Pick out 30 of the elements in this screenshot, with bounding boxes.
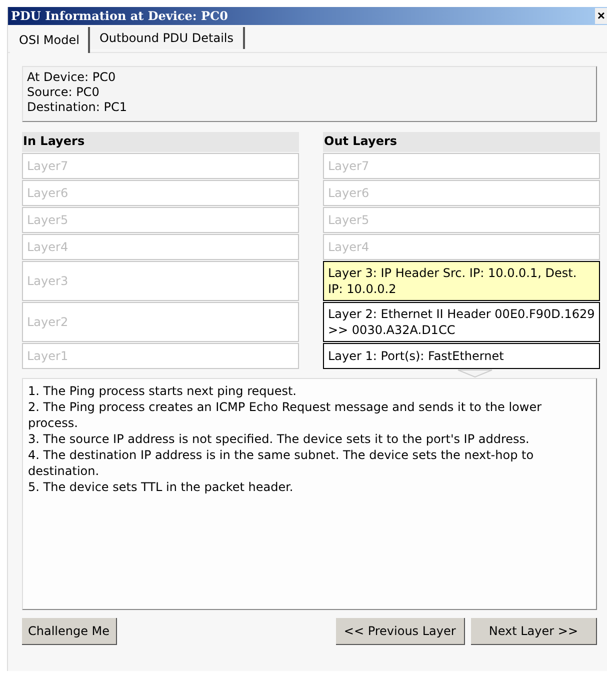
window-title: PDU Information at Device: PC0 [11, 9, 228, 23]
description-text: 2. The Ping process creates an ICMP Echo Request message and sends it to the lower process. [28, 399, 543, 431]
layer-cell[interactable]: Layer6 [22, 180, 299, 206]
layer-cell[interactable]: Layer 1: Port(s): FastEthernet [323, 343, 600, 369]
layer-cell[interactable]: Layer 2: Ethernet II Header 00E0.F90D.1629 >> 0030.A32A.D1CC [323, 302, 600, 342]
description-text: 4. The destination IP address is in the same subnet. The device sets the next-hop to destination. [28, 447, 535, 479]
column-heading: In Layers [22, 132, 299, 152]
description-text: 3. The source IP address is not specified. The device sets it to the port's IP address. [28, 431, 530, 447]
layer-cell[interactable]: Layer1 [22, 343, 299, 369]
next-button[interactable]: Next Layer >> [470, 618, 597, 645]
layer-cell[interactable]: Layer4 [22, 234, 299, 260]
challenge-button[interactable]: Challenge Me [22, 618, 117, 645]
column-heading: Out Layers [323, 132, 600, 152]
info-text: At Device: PC0 [27, 70, 117, 85]
tab[interactable]: OSI Model [10, 27, 90, 53]
layer-cell[interactable]: Layer5 [22, 207, 299, 233]
description-text: 1. The Ping process starts next ping request. [28, 383, 298, 399]
info-text: Source: PC0 [27, 85, 100, 100]
info-text: Destination: PC1 [27, 100, 128, 115]
layer-cell[interactable]: Layer7 [22, 153, 299, 179]
layer-cell[interactable]: Layer4 [323, 234, 600, 260]
layer-cell[interactable]: Layer2 [22, 302, 299, 342]
layer-cell[interactable]: Layer 3: IP Header Src. IP: 10.0.0.1, Dest. IP: 10.0.0.2 [323, 261, 600, 301]
layer-cell[interactable]: Layer5 [323, 207, 600, 233]
close-button[interactable]: × [595, 8, 607, 24]
layer-cell[interactable]: Layer6 [323, 180, 600, 206]
previous-button[interactable]: << Previous Layer [336, 618, 465, 645]
layer-cell[interactable]: Layer7 [323, 153, 600, 179]
description-text: 5. The device sets TTL in the packet header. [28, 479, 294, 495]
layer-cell[interactable]: Layer3 [22, 261, 299, 301]
